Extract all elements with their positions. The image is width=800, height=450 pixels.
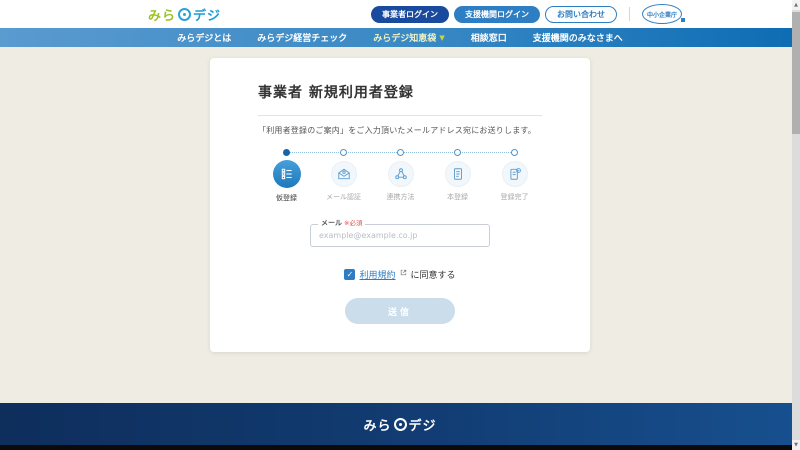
sme-agency-logo[interactable]: 中小企業庁 — [642, 4, 685, 24]
main-nav: みらデジとは みらデジ経営チェック みらデジ知恵袋 ▼ 相談窓口 支援機関のみな… — [0, 28, 800, 47]
document-icon — [444, 161, 471, 187]
bottom-black-bar — [0, 445, 800, 450]
step-label: 連携方法 — [386, 193, 415, 201]
step-link-method: 連携方法 — [372, 149, 429, 203]
external-link-icon — [400, 269, 407, 281]
share-icon — [387, 161, 414, 187]
step-dot — [454, 149, 461, 156]
nav-item-support-orgs[interactable]: 支援機関のみなさまへ — [533, 31, 623, 44]
miradigi-logo-icon — [178, 7, 192, 21]
scroll-up-arrow-icon[interactable]: ▲ — [792, 0, 800, 10]
footer-logo-text-left: みら — [363, 418, 392, 434]
email-field-group: メール ※必須 — [310, 219, 490, 247]
nav-item-management-check[interactable]: みらデジ経営チェック — [257, 31, 347, 44]
progress-steps: 仮登録 メール認証 連携方法 本登録 登録完了 — [258, 149, 543, 203]
vertical-scrollbar[interactable]: ▲ ▼ — [792, 0, 800, 450]
terms-link[interactable]: 利用規約 — [359, 268, 395, 281]
registration-card: 事業者 新規利用者登録 「利用者登録のご案内」をご入力頂いたメールアドレス宛にお… — [210, 58, 590, 352]
business-login-button[interactable]: 事業者ログイン — [371, 5, 449, 23]
step-provisional-registration: 仮登録 — [258, 149, 315, 203]
chevron-down-icon: ▼ — [439, 33, 445, 42]
footer: みら デジ — [0, 403, 800, 445]
support-org-login-button[interactable]: 支援機関ログイン — [454, 5, 540, 23]
scroll-down-arrow-icon[interactable]: ▼ — [792, 440, 800, 450]
logo-text-left: みら — [148, 8, 177, 24]
miradigi-logo[interactable]: みら デジ — [148, 0, 221, 28]
nav-item-chiebukuro-label: みらデジ知恵袋 — [373, 34, 437, 44]
step-label: メール認証 — [326, 193, 361, 201]
footer-logo-text-right: デジ — [408, 418, 437, 434]
nav-item-consultation[interactable]: 相談窓口 — [471, 31, 507, 44]
header-actions: 事業者ログイン 支援機関ログイン お問い合わせ 中小企業庁 — [371, 0, 685, 28]
terms-suffix: に同意する — [410, 271, 456, 281]
mail-icon — [330, 161, 357, 187]
email-field-label: メール ※必須 — [318, 219, 366, 227]
step-label: 仮登録 — [276, 194, 297, 202]
step-dot — [511, 149, 518, 156]
registration-description: 「利用者登録のご案内」をご入力頂いたメールアドレス宛にお送りします。 — [258, 126, 536, 135]
terms-row: ✓ 利用規約 に同意する — [258, 268, 542, 281]
step-registration-complete: 登録完了 — [486, 149, 543, 203]
footer-miradigi-logo-icon — [393, 417, 407, 431]
step-full-registration: 本登録 — [429, 149, 486, 203]
terms-checkbox[interactable]: ✓ — [344, 269, 356, 280]
email-label-text: メール — [321, 219, 342, 227]
scrollbar-thumb[interactable] — [792, 12, 800, 134]
nav-item-about[interactable]: みらデジとは — [177, 31, 231, 44]
step-label: 登録完了 — [500, 193, 529, 201]
nav-item-chiebukuro[interactable]: みらデジ知恵袋 ▼ — [373, 31, 445, 45]
document-check-icon — [501, 161, 528, 187]
page: みら デジ 事業者ログイン 支援機関ログイン お問い合わせ 中小企業庁 みらデジ… — [0, 0, 800, 450]
required-mark: ※必須 — [344, 219, 363, 227]
list-icon — [272, 160, 301, 188]
title-divider — [258, 115, 542, 116]
step-email-verification: メール認証 — [315, 149, 372, 203]
page-title: 事業者 新規利用者登録 — [258, 85, 414, 101]
footer-miradigi-logo: みら デジ — [363, 415, 436, 434]
step-label: 本登録 — [447, 193, 468, 201]
step-dot-active — [283, 149, 290, 156]
submit-button[interactable]: 送信 — [345, 298, 455, 324]
header: みら デジ 事業者ログイン 支援機関ログイン お問い合わせ 中小企業庁 — [0, 0, 800, 28]
contact-button[interactable]: お問い合わせ — [545, 5, 617, 23]
header-divider — [629, 7, 630, 21]
step-dot — [340, 149, 347, 156]
logo-text-right: デジ — [193, 8, 222, 24]
step-dot — [397, 149, 404, 156]
email-input[interactable] — [310, 224, 490, 247]
